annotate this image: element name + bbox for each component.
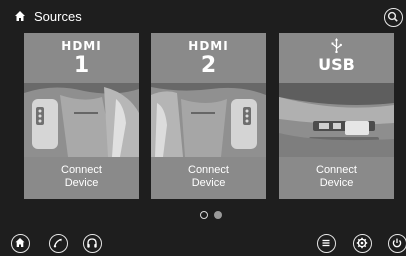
page-title: Sources [34, 9, 82, 24]
source-card-hdmi-1[interactable]: HDMI 1 Connect Device [24, 33, 139, 199]
source-card-hdmi-2[interactable]: HDMI 2 Connect Device [151, 33, 266, 199]
vehicle-dashboard-image [279, 83, 394, 157]
source-number: 2 [200, 53, 217, 78]
home-icon[interactable] [14, 10, 26, 22]
navigation-icon [53, 238, 62, 248]
power-button[interactable] [388, 234, 406, 253]
power-icon [392, 238, 402, 248]
vehicle-interior-image [151, 83, 266, 157]
card-footer: Connect Device [279, 157, 394, 199]
card-header: HDMI 1 [24, 33, 139, 83]
hdmi-logo: HDMI [188, 39, 229, 53]
connect-label-line2: Device [64, 177, 99, 189]
card-footer: Connect Device [24, 157, 139, 199]
card-header: HDMI 2 [151, 33, 266, 83]
hdmi-logo: HDMI [61, 39, 102, 53]
connect-label-line1: Connect [61, 164, 102, 176]
navigation-button[interactable] [49, 234, 68, 253]
source-card-usb[interactable]: USB Connect Device [279, 33, 394, 199]
usb-label: USB [318, 55, 355, 74]
settings-button[interactable] [353, 234, 372, 253]
usb-icon [331, 38, 342, 53]
screen: Sources HDMI 1 Connect Device HDMI 2 Con… [0, 0, 406, 256]
connect-device-label: Connect Device [24, 164, 139, 190]
source-cards: HDMI 1 Connect Device HDMI 2 Connect Dev… [0, 33, 406, 199]
settings-icon [356, 237, 368, 249]
menu-button[interactable] [317, 234, 336, 253]
connect-label-line1: Connect [188, 164, 229, 176]
card-header: USB [279, 33, 394, 83]
home-button[interactable] [11, 234, 30, 253]
connect-label-line1: Connect [316, 164, 357, 176]
media-button[interactable] [83, 234, 102, 253]
connect-device-label: Connect Device [279, 164, 394, 190]
page-dot-1[interactable] [200, 211, 208, 219]
page-indicator [0, 211, 406, 221]
connect-label-line2: Device [319, 177, 354, 189]
connect-device-label: Connect Device [151, 164, 266, 190]
connect-label-line2: Device [191, 177, 226, 189]
card-footer: Connect Device [151, 157, 266, 199]
top-bar: Sources [0, 0, 406, 30]
search-button[interactable] [384, 8, 403, 27]
search-icon [387, 11, 398, 22]
source-number: 1 [73, 53, 90, 78]
bottom-bar [0, 234, 406, 256]
page-dot-2[interactable] [214, 211, 222, 219]
headphones-icon [87, 238, 97, 248]
menu-icon [322, 239, 330, 247]
vehicle-interior-image [24, 83, 139, 157]
home-icon [15, 238, 25, 247]
